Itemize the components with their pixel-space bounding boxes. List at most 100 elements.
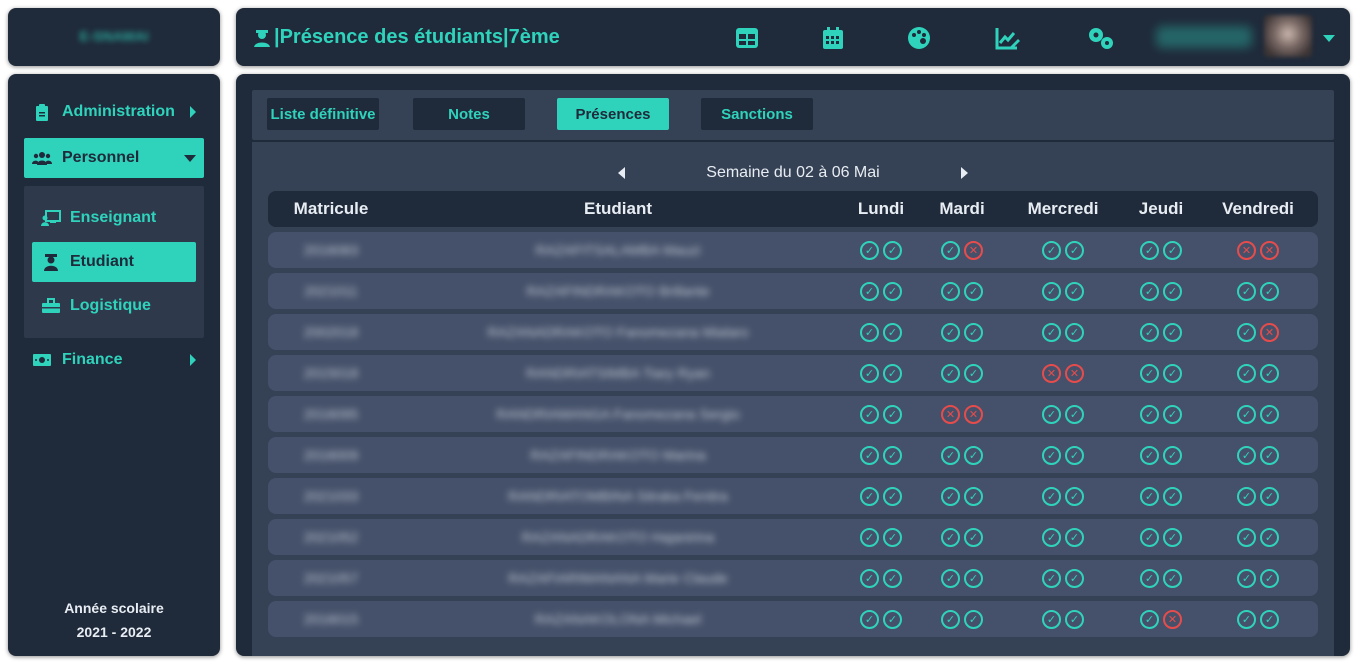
present-check-icon[interactable]: ✓: [1260, 486, 1279, 506]
present-check-icon[interactable]: ✓: [1042, 322, 1061, 342]
present-check-icon[interactable]: ✓: [1163, 404, 1182, 424]
present-check-icon[interactable]: ✓: [1237, 445, 1256, 465]
present-check-icon[interactable]: ✓: [941, 240, 960, 260]
present-check-icon[interactable]: ✓: [1163, 568, 1182, 588]
present-check-icon[interactable]: ✓: [1237, 527, 1256, 547]
present-check-icon[interactable]: ✓: [883, 568, 902, 588]
absent-cross-icon[interactable]: ✕: [1260, 240, 1279, 260]
present-check-icon[interactable]: ✓: [964, 281, 983, 301]
present-check-icon[interactable]: ✓: [883, 404, 902, 424]
present-check-icon[interactable]: ✓: [941, 568, 960, 588]
tab-liste-definitive[interactable]: Liste définitive: [267, 98, 379, 130]
table-row[interactable]: 2021011 RAZAFINDRAKOTO Brillante ✓ ✓ ✓ ✓ ✓ ✓ ✓ ✓ ✓…: [268, 273, 1318, 309]
tab-sanctions[interactable]: Sanctions: [701, 98, 813, 130]
present-check-icon[interactable]: ✓: [1237, 609, 1256, 629]
present-check-icon[interactable]: ✓: [1042, 609, 1061, 629]
present-check-icon[interactable]: ✓: [1065, 486, 1084, 506]
present-check-icon[interactable]: ✓: [1042, 445, 1061, 465]
sidebar-item-finance[interactable]: Finance: [24, 340, 204, 380]
present-check-icon[interactable]: ✓: [1140, 527, 1159, 547]
palette-icon[interactable]: [906, 25, 932, 51]
present-check-icon[interactable]: ✓: [1065, 240, 1084, 260]
present-check-icon[interactable]: ✓: [883, 363, 902, 383]
present-check-icon[interactable]: ✓: [883, 486, 902, 506]
sidebar-item-administration[interactable]: Administration: [24, 92, 204, 132]
table-row[interactable]: 2016083 RAZAFITSALAMBA Mauzi ✓ ✓ ✓ ✕ ✓ ✓ ✓ ✓ ✕ ✕: [268, 232, 1318, 268]
present-check-icon[interactable]: ✓: [1042, 486, 1061, 506]
present-check-icon[interactable]: ✓: [1260, 281, 1279, 301]
present-check-icon[interactable]: ✓: [1140, 322, 1159, 342]
present-check-icon[interactable]: ✓: [941, 322, 960, 342]
present-check-icon[interactable]: ✓: [1260, 527, 1279, 547]
present-check-icon[interactable]: ✓: [941, 281, 960, 301]
present-check-icon[interactable]: ✓: [1163, 240, 1182, 260]
present-check-icon[interactable]: ✓: [964, 568, 983, 588]
present-check-icon[interactable]: ✓: [964, 609, 983, 629]
present-check-icon[interactable]: ✓: [1163, 322, 1182, 342]
table-row[interactable]: 2016009 RAZAFINDRAKOTO Marina ✓ ✓ ✓ ✓ ✓ ✓ ✓ ✓ ✓ ✓: [268, 437, 1318, 473]
present-check-icon[interactable]: ✓: [860, 404, 879, 424]
present-check-icon[interactable]: ✓: [941, 363, 960, 383]
present-check-icon[interactable]: ✓: [1065, 609, 1084, 629]
present-check-icon[interactable]: ✓: [1260, 568, 1279, 588]
present-check-icon[interactable]: ✓: [1140, 568, 1159, 588]
present-check-icon[interactable]: ✓: [1042, 568, 1061, 588]
sidebar-item-personnel[interactable]: Personnel: [24, 138, 204, 178]
present-check-icon[interactable]: ✓: [1237, 363, 1256, 383]
present-check-icon[interactable]: ✓: [1065, 404, 1084, 424]
present-check-icon[interactable]: ✓: [1237, 486, 1256, 506]
tab-presences[interactable]: Présences: [557, 98, 669, 130]
present-check-icon[interactable]: ✓: [1163, 486, 1182, 506]
table-row[interactable]: 2021057 RAZAFIARIMANANA Marie Claude ✓ ✓ ✓ ✓ ✓…: [268, 560, 1318, 596]
table-icon[interactable]: [734, 25, 760, 51]
present-check-icon[interactable]: ✓: [1237, 404, 1256, 424]
present-check-icon[interactable]: ✓: [1140, 445, 1159, 465]
present-check-icon[interactable]: ✓: [1237, 281, 1256, 301]
sidebar-subitem-enseignant[interactable]: Enseignant: [32, 198, 196, 238]
present-check-icon[interactable]: ✓: [883, 240, 902, 260]
present-check-icon[interactable]: ✓: [964, 486, 983, 506]
present-check-icon[interactable]: ✓: [1163, 527, 1182, 547]
present-check-icon[interactable]: ✓: [1260, 445, 1279, 465]
present-check-icon[interactable]: ✓: [860, 609, 879, 629]
present-check-icon[interactable]: ✓: [1163, 281, 1182, 301]
present-check-icon[interactable]: ✓: [860, 240, 879, 260]
present-check-icon[interactable]: ✓: [1140, 240, 1159, 260]
present-check-icon[interactable]: ✓: [941, 486, 960, 506]
absent-cross-icon[interactable]: ✕: [1260, 322, 1279, 342]
calendar-icon[interactable]: [820, 25, 846, 51]
user-menu-caret-icon[interactable]: [1323, 35, 1335, 42]
present-check-icon[interactable]: ✓: [964, 445, 983, 465]
present-check-icon[interactable]: ✓: [860, 363, 879, 383]
present-check-icon[interactable]: ✓: [1140, 281, 1159, 301]
table-row[interactable]: 2016095 RANDRIAMANGA Fanomezana Sergio ✓ ✓ ✕…: [268, 396, 1318, 432]
present-check-icon[interactable]: ✓: [1260, 609, 1279, 629]
present-check-icon[interactable]: ✓: [860, 322, 879, 342]
present-check-icon[interactable]: ✓: [964, 363, 983, 383]
present-check-icon[interactable]: ✓: [860, 527, 879, 547]
absent-cross-icon[interactable]: ✕: [1163, 609, 1182, 629]
present-check-icon[interactable]: ✓: [1065, 281, 1084, 301]
absent-cross-icon[interactable]: ✕: [964, 240, 983, 260]
present-check-icon[interactable]: ✓: [883, 281, 902, 301]
present-check-icon[interactable]: ✓: [860, 486, 879, 506]
present-check-icon[interactable]: ✓: [1042, 404, 1061, 424]
absent-cross-icon[interactable]: ✕: [1237, 240, 1256, 260]
present-check-icon[interactable]: ✓: [1260, 404, 1279, 424]
present-check-icon[interactable]: ✓: [860, 568, 879, 588]
present-check-icon[interactable]: ✓: [883, 322, 902, 342]
present-check-icon[interactable]: ✓: [860, 281, 879, 301]
absent-cross-icon[interactable]: ✕: [1042, 363, 1061, 383]
avatar[interactable]: [1264, 15, 1312, 57]
present-check-icon[interactable]: ✓: [964, 322, 983, 342]
present-check-icon[interactable]: ✓: [1140, 404, 1159, 424]
absent-cross-icon[interactable]: ✕: [941, 404, 960, 424]
next-week-button[interactable]: [961, 167, 968, 179]
gears-icon[interactable]: [1086, 25, 1113, 51]
table-row[interactable]: 2015018 RANDRIATSIMBA Tiary Ryan ✓ ✓ ✓ ✓ ✕ ✕ ✓ ✓ ✓…: [268, 355, 1318, 391]
present-check-icon[interactable]: ✓: [883, 609, 902, 629]
present-check-icon[interactable]: ✓: [1065, 445, 1084, 465]
absent-cross-icon[interactable]: ✕: [1065, 363, 1084, 383]
sidebar-subitem-logistique[interactable]: Logistique: [32, 286, 196, 326]
absent-cross-icon[interactable]: ✕: [964, 404, 983, 424]
